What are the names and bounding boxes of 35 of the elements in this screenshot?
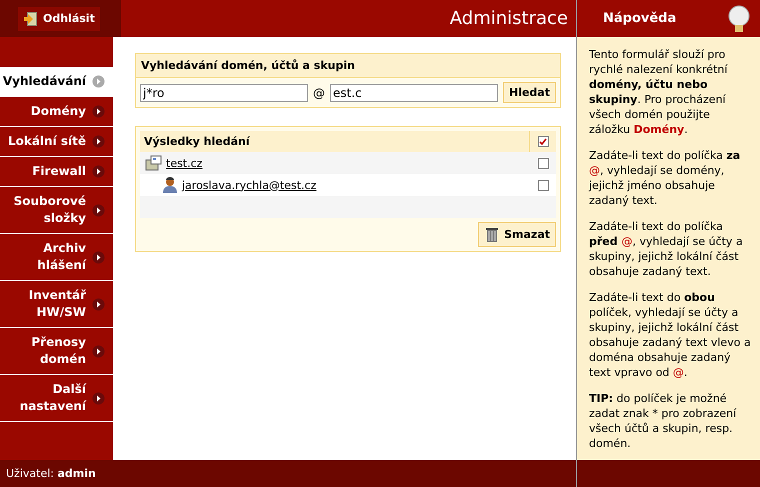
- sidebar-item[interactable]: Domény: [0, 97, 113, 127]
- domain-field[interactable]: est.c: [330, 84, 498, 102]
- checkbox[interactable]: [538, 158, 548, 168]
- checkbox[interactable]: [538, 180, 548, 190]
- help-paragraph: Zadáte-li text do políčka před @, vyhledají se účty a skupiny, jejichž lokální část obsahuje zadaný text.: [589, 219, 744, 279]
- help-paragraph: Zadáte-li text do políčka za @, vyhledají se domény, jejichž jméno obsahuje zadaný text.: [589, 148, 742, 208]
- help-paragraph: Zadáte-li text do obou políček, vyhledají se účty a skupiny, jejichž lokální část obsahuje zadaný text vlevo a doména obsahuje zadaný text vpravo od @.: [589, 290, 752, 380]
- light-bulb-icon: [726, 4, 752, 32]
- result-link[interactable]: jaroslava.rychla@test.cz: [182, 178, 316, 192]
- help-title: Nápověda: [603, 11, 676, 26]
- sidebar-item[interactable]: Archiv hlášení: [0, 234, 113, 281]
- sidebar-item[interactable]: Vyhledávání: [0, 67, 113, 97]
- help-paragraph: TIP: do políček je možné zadat znak * pro zobrazení všech účtů a skupin, resp. domén.: [589, 391, 738, 451]
- exit-door-icon: [23, 10, 38, 26]
- sidebar-item[interactable]: Inventář HW/SW: [0, 281, 113, 328]
- help-paragraph: Tento formulář slouží pro rychlé nalezení konkrétní domény, účtu nebo skupiny. Pro procházení všech domén použijte záložku Domény.: [589, 47, 728, 137]
- at-sign: @: [313, 86, 325, 100]
- page-title: Administrace: [450, 8, 568, 29]
- search-button[interactable]: Hledat: [503, 82, 556, 103]
- results-title: Výsledky hledání: [143, 134, 251, 150]
- sidebar-item[interactable]: Další nastavení: [0, 375, 113, 422]
- sidebar-item[interactable]: Souborové složky: [0, 187, 113, 234]
- result-link[interactable]: test.cz: [166, 156, 202, 170]
- user-icon: [162, 177, 178, 193]
- status-text: Uživatel: admin: [6, 467, 96, 480]
- checkbox[interactable]: [538, 136, 548, 147]
- delete-button[interactable]: Smazat: [478, 222, 556, 247]
- panel-title: Vyhledávání domén, účtů a skupin: [136, 54, 560, 78]
- trash-icon: [484, 226, 500, 243]
- sidebar-item[interactable]: Lokální sítě: [0, 127, 113, 157]
- logout-button[interactable]: Odhlásit: [18, 6, 100, 30]
- sidebar-item[interactable]: Firewall: [0, 157, 113, 187]
- sidebar-item[interactable]: Přenosy domén: [0, 328, 113, 375]
- local-part-field[interactable]: j*ro: [140, 84, 308, 102]
- domain-icon: [145, 155, 162, 171]
